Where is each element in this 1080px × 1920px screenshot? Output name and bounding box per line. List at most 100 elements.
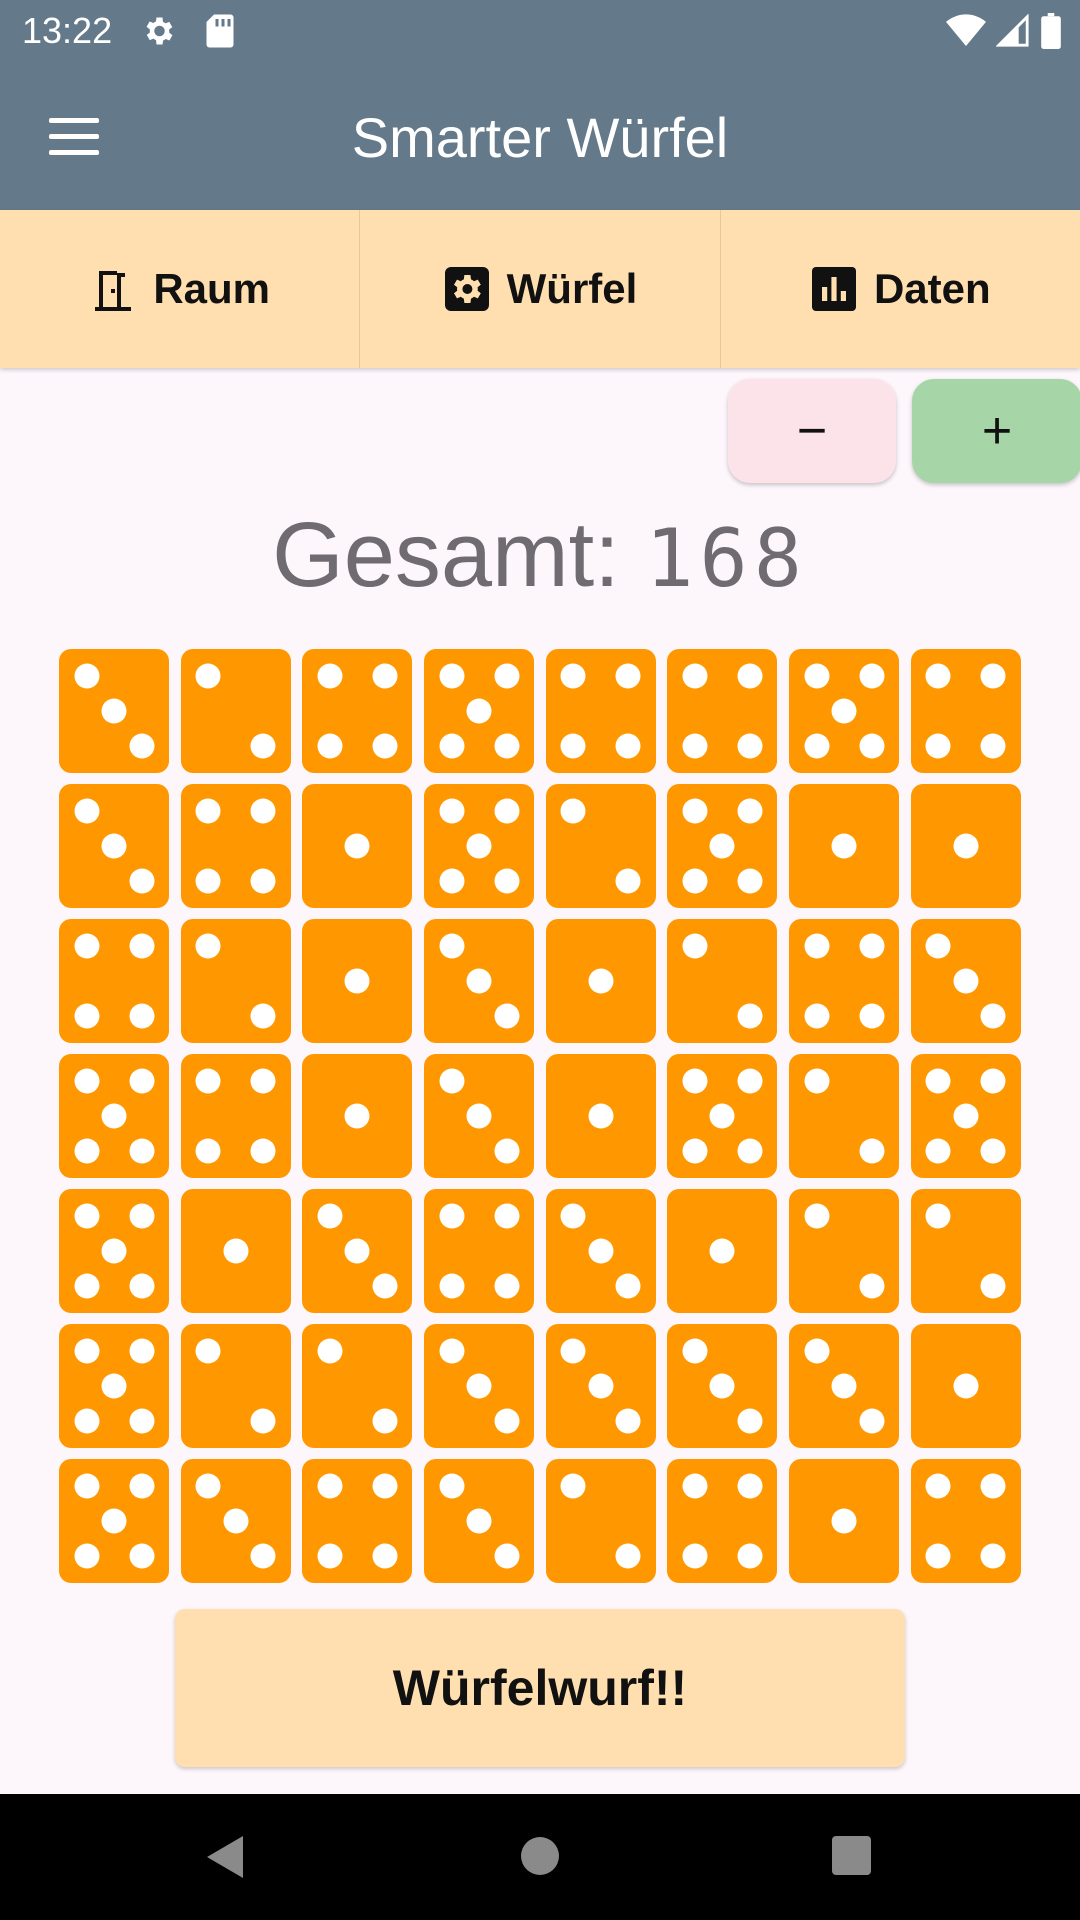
die-15[interactable]: [789, 784, 900, 908]
die-6[interactable]: [667, 649, 778, 773]
die-20[interactable]: [424, 919, 535, 1043]
die-1[interactable]: [59, 649, 169, 773]
die-pip: [466, 968, 492, 994]
die-48[interactable]: [910, 1324, 1021, 1448]
die-pip: [101, 1103, 127, 1129]
tab-wuerfel[interactable]: Würfel: [359, 210, 719, 368]
die-51[interactable]: [302, 1459, 413, 1583]
tab-raum[interactable]: Raum: [0, 210, 359, 368]
die-pip: [439, 1203, 465, 1229]
die-pip: [129, 1473, 154, 1499]
add-die-button[interactable]: +: [912, 379, 1080, 483]
die-25[interactable]: [59, 1054, 169, 1178]
roll-dice-button[interactable]: Würfelwurf!!: [175, 1609, 905, 1767]
die-35[interactable]: [302, 1189, 413, 1313]
die-26[interactable]: [180, 1054, 291, 1178]
die-22[interactable]: [667, 919, 778, 1043]
die-16[interactable]: [910, 784, 1021, 908]
die-38[interactable]: [667, 1189, 778, 1313]
die-pip: [859, 933, 885, 959]
die-53[interactable]: [545, 1459, 656, 1583]
die-3[interactable]: [302, 649, 413, 773]
die-19[interactable]: [302, 919, 413, 1043]
remove-die-button[interactable]: −: [728, 379, 896, 483]
die-2[interactable]: [180, 649, 291, 773]
recent-apps-icon[interactable]: [832, 1836, 871, 1875]
die-46[interactable]: [667, 1324, 778, 1448]
die-36[interactable]: [424, 1189, 535, 1313]
die-18[interactable]: [180, 919, 291, 1043]
die-4[interactable]: [424, 649, 535, 773]
die-47[interactable]: [789, 1324, 900, 1448]
die-37[interactable]: [545, 1189, 656, 1313]
tab-daten-label: Daten: [873, 265, 991, 312]
die-pip: [831, 833, 857, 859]
die-41[interactable]: [59, 1324, 169, 1448]
die-54[interactable]: [667, 1459, 778, 1583]
die-23[interactable]: [789, 919, 900, 1043]
die-pip: [494, 1003, 520, 1029]
sd-card-icon: [206, 14, 234, 48]
die-pip: [101, 1238, 127, 1264]
die-pip: [682, 798, 708, 824]
die-7[interactable]: [789, 649, 900, 773]
die-32[interactable]: [910, 1054, 1021, 1178]
die-pip: [466, 1103, 492, 1129]
tab-daten[interactable]: Daten: [719, 210, 1080, 368]
die-45[interactable]: [545, 1324, 656, 1448]
die-pip: [74, 663, 99, 689]
die-52[interactable]: [424, 1459, 535, 1583]
die-pip: [682, 733, 708, 759]
die-27[interactable]: [302, 1054, 413, 1178]
die-39[interactable]: [789, 1189, 900, 1313]
die-10[interactable]: [180, 784, 291, 908]
die-49[interactable]: [59, 1459, 169, 1583]
die-11[interactable]: [302, 784, 413, 908]
die-pip: [439, 1338, 465, 1364]
die-13[interactable]: [545, 784, 656, 908]
die-28[interactable]: [424, 1054, 535, 1178]
home-icon[interactable]: [521, 1837, 559, 1875]
die-pip: [682, 933, 708, 959]
die-34[interactable]: [180, 1189, 291, 1313]
die-pip: [804, 663, 830, 689]
die-40[interactable]: [910, 1189, 1021, 1313]
die-pip: [682, 1068, 708, 1094]
die-pip: [74, 1273, 99, 1299]
die-12[interactable]: [424, 784, 535, 908]
die-43[interactable]: [302, 1324, 413, 1448]
die-pip: [466, 1508, 492, 1534]
die-pip: [953, 968, 979, 994]
die-pip: [195, 798, 221, 824]
die-44[interactable]: [424, 1324, 535, 1448]
die-33[interactable]: [59, 1189, 169, 1313]
die-pip: [494, 1408, 520, 1434]
die-pip: [588, 968, 614, 994]
die-5[interactable]: [545, 649, 656, 773]
die-8[interactable]: [910, 649, 1021, 773]
dice-settings-icon: [444, 267, 489, 311]
die-24[interactable]: [910, 919, 1021, 1043]
die-pip: [223, 1238, 249, 1264]
die-31[interactable]: [789, 1054, 900, 1178]
die-pip: [831, 1373, 857, 1399]
die-9[interactable]: [59, 784, 169, 908]
die-pip: [737, 663, 763, 689]
die-pip: [223, 1508, 249, 1534]
die-29[interactable]: [545, 1054, 656, 1178]
status-icons: [946, 12, 1062, 50]
die-17[interactable]: [59, 919, 169, 1043]
die-30[interactable]: [667, 1054, 778, 1178]
die-42[interactable]: [180, 1324, 291, 1448]
die-pip: [737, 1408, 763, 1434]
die-55[interactable]: [789, 1459, 900, 1583]
die-pip: [925, 933, 951, 959]
die-pip: [372, 1273, 398, 1299]
die-pip: [372, 1473, 398, 1499]
die-14[interactable]: [667, 784, 778, 908]
back-icon[interactable]: [205, 1834, 245, 1880]
die-56[interactable]: [910, 1459, 1021, 1583]
die-50[interactable]: [180, 1459, 291, 1583]
die-pip: [250, 868, 276, 894]
die-21[interactable]: [545, 919, 656, 1043]
